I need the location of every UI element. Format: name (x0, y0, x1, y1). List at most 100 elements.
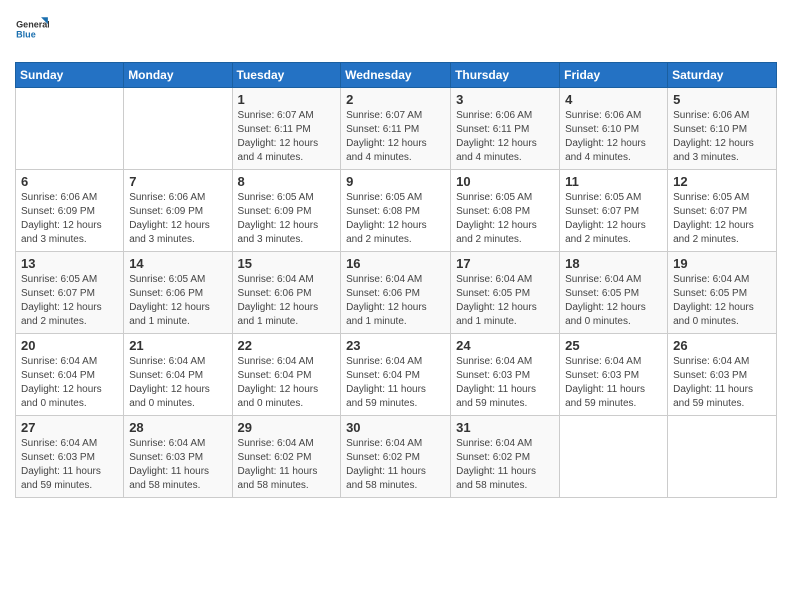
calendar-cell: 23 Sunrise: 6:04 AM Sunset: 6:04 PM Dayli… (341, 334, 451, 416)
calendar-cell: 9 Sunrise: 6:05 AM Sunset: 6:08 PM Daylig… (341, 170, 451, 252)
calendar-cell: 4 Sunrise: 6:06 AM Sunset: 6:10 PM Daylig… (560, 88, 668, 170)
weekday-header: Thursday (451, 63, 560, 88)
svg-text:General: General (16, 19, 49, 29)
calendar-cell: 11Sunrise: 6:05 AM Sunset: 6:07 PM Dayli… (560, 170, 668, 252)
day-number: 19 (673, 256, 771, 271)
calendar-cell: 27 Sunrise: 6:04 AM Sunset: 6:03 PM Dayli… (16, 416, 124, 498)
calendar-week-row: 6 Sunrise: 6:06 AM Sunset: 6:09 PM Daylig… (16, 170, 777, 252)
calendar-cell: 31 Sunrise: 6:04 AM Sunset: 6:02 PM Dayli… (451, 416, 560, 498)
day-info: Sunrise: 6:05 AM Sunset: 6:06 PM Dayligh… (129, 273, 226, 329)
logo-svg: General Blue (15, 15, 49, 49)
day-number: 1 (238, 92, 336, 107)
calendar-cell (560, 416, 668, 498)
day-number: 25 (565, 338, 662, 353)
weekday-header: Wednesday (341, 63, 451, 88)
day-info: Sunrise: 6:04 AM Sunset: 6:06 PM Dayligh… (346, 273, 445, 329)
day-info: Sunrise: 6:06 AM Sunset: 6:09 PM Dayligh… (21, 191, 118, 247)
calendar-cell: 19 Sunrise: 6:04 AM Sunset: 6:05 PM Dayli… (668, 252, 777, 334)
day-number: 7 (129, 174, 226, 189)
weekday-header: Tuesday (232, 63, 341, 88)
calendar-week-row: 13 Sunrise: 6:05 AM Sunset: 6:07 PM Dayli… (16, 252, 777, 334)
logo: General Blue (15, 15, 53, 54)
calendar-cell: 30 Sunrise: 6:04 AM Sunset: 6:02 PM Dayli… (341, 416, 451, 498)
day-number: 17 (456, 256, 554, 271)
day-info: Sunrise: 6:06 AM Sunset: 6:11 PM Dayligh… (456, 109, 554, 165)
calendar-cell: 1Sunrise: 6:07 AM Sunset: 6:11 PM Daylig… (232, 88, 341, 170)
day-number: 30 (346, 420, 445, 435)
day-number: 26 (673, 338, 771, 353)
day-info: Sunrise: 6:04 AM Sunset: 6:02 PM Dayligh… (238, 437, 336, 493)
day-info: Sunrise: 6:05 AM Sunset: 6:09 PM Dayligh… (238, 191, 336, 247)
calendar-cell: 26 Sunrise: 6:04 AM Sunset: 6:03 PM Dayli… (668, 334, 777, 416)
day-number: 21 (129, 338, 226, 353)
calendar-cell (668, 416, 777, 498)
day-info: Sunrise: 6:04 AM Sunset: 6:03 PM Dayligh… (673, 355, 771, 411)
calendar-cell: 28 Sunrise: 6:04 AM Sunset: 6:03 PM Dayli… (124, 416, 232, 498)
calendar-cell: 22 Sunrise: 6:04 AM Sunset: 6:04 PM Dayli… (232, 334, 341, 416)
day-info: Sunrise: 6:04 AM Sunset: 6:03 PM Dayligh… (456, 355, 554, 411)
calendar-cell: 15Sunrise: 6:04 AM Sunset: 6:06 PM Dayli… (232, 252, 341, 334)
day-info: Sunrise: 6:04 AM Sunset: 6:05 PM Dayligh… (456, 273, 554, 329)
day-number: 3 (456, 92, 554, 107)
day-info: Sunrise: 6:04 AM Sunset: 6:04 PM Dayligh… (21, 355, 118, 411)
weekday-header: Monday (124, 63, 232, 88)
day-number: 18 (565, 256, 662, 271)
day-info: Sunrise: 6:04 AM Sunset: 6:02 PM Dayligh… (456, 437, 554, 493)
day-info: Sunrise: 6:04 AM Sunset: 6:05 PM Dayligh… (565, 273, 662, 329)
day-info: Sunrise: 6:04 AM Sunset: 6:03 PM Dayligh… (21, 437, 118, 493)
calendar-cell: 25 Sunrise: 6:04 AM Sunset: 6:03 PM Dayli… (560, 334, 668, 416)
day-info: Sunrise: 6:05 AM Sunset: 6:08 PM Dayligh… (456, 191, 554, 247)
day-number: 27 (21, 420, 118, 435)
day-number: 14 (129, 256, 226, 271)
calendar-cell: 10Sunrise: 6:05 AM Sunset: 6:08 PM Dayli… (451, 170, 560, 252)
calendar-header: SundayMondayTuesdayWednesdayThursdayFrid… (16, 63, 777, 88)
day-number: 12 (673, 174, 771, 189)
day-info: Sunrise: 6:04 AM Sunset: 6:03 PM Dayligh… (565, 355, 662, 411)
day-number: 23 (346, 338, 445, 353)
calendar-cell: 17 Sunrise: 6:04 AM Sunset: 6:05 PM Dayli… (451, 252, 560, 334)
calendar-cell: 29Sunrise: 6:04 AM Sunset: 6:02 PM Dayli… (232, 416, 341, 498)
day-info: Sunrise: 6:04 AM Sunset: 6:02 PM Dayligh… (346, 437, 445, 493)
day-info: Sunrise: 6:05 AM Sunset: 6:07 PM Dayligh… (673, 191, 771, 247)
calendar-cell (124, 88, 232, 170)
day-number: 6 (21, 174, 118, 189)
day-info: Sunrise: 6:06 AM Sunset: 6:10 PM Dayligh… (673, 109, 771, 165)
page-header: General Blue (15, 10, 777, 54)
day-info: Sunrise: 6:04 AM Sunset: 6:04 PM Dayligh… (238, 355, 336, 411)
svg-text:Blue: Blue (16, 30, 36, 40)
day-number: 31 (456, 420, 554, 435)
day-number: 4 (565, 92, 662, 107)
day-info: Sunrise: 6:06 AM Sunset: 6:10 PM Dayligh… (565, 109, 662, 165)
day-info: Sunrise: 6:04 AM Sunset: 6:04 PM Dayligh… (129, 355, 226, 411)
calendar-cell: 21 Sunrise: 6:04 AM Sunset: 6:04 PM Dayli… (124, 334, 232, 416)
weekday-header: Saturday (668, 63, 777, 88)
calendar-cell: 18 Sunrise: 6:04 AM Sunset: 6:05 PM Dayli… (560, 252, 668, 334)
day-number: 5 (673, 92, 771, 107)
day-number: 22 (238, 338, 336, 353)
day-number: 24 (456, 338, 554, 353)
day-number: 16 (346, 256, 445, 271)
day-info: Sunrise: 6:05 AM Sunset: 6:07 PM Dayligh… (21, 273, 118, 329)
calendar-body: 1Sunrise: 6:07 AM Sunset: 6:11 PM Daylig… (16, 88, 777, 498)
day-info: Sunrise: 6:04 AM Sunset: 6:04 PM Dayligh… (346, 355, 445, 411)
calendar-cell: 24 Sunrise: 6:04 AM Sunset: 6:03 PM Dayli… (451, 334, 560, 416)
day-info: Sunrise: 6:06 AM Sunset: 6:09 PM Dayligh… (129, 191, 226, 247)
day-number: 8 (238, 174, 336, 189)
calendar-cell: 12 Sunrise: 6:05 AM Sunset: 6:07 PM Dayli… (668, 170, 777, 252)
calendar-cell: 14 Sunrise: 6:05 AM Sunset: 6:06 PM Dayli… (124, 252, 232, 334)
calendar-week-row: 27 Sunrise: 6:04 AM Sunset: 6:03 PM Dayli… (16, 416, 777, 498)
day-info: Sunrise: 6:04 AM Sunset: 6:05 PM Dayligh… (673, 273, 771, 329)
weekday-header: Sunday (16, 63, 124, 88)
calendar-cell: 8 Sunrise: 6:05 AM Sunset: 6:09 PM Daylig… (232, 170, 341, 252)
calendar-cell: 13 Sunrise: 6:05 AM Sunset: 6:07 PM Dayli… (16, 252, 124, 334)
day-number: 28 (129, 420, 226, 435)
day-number: 2 (346, 92, 445, 107)
calendar-cell: 5 Sunrise: 6:06 AM Sunset: 6:10 PM Daylig… (668, 88, 777, 170)
day-number: 13 (21, 256, 118, 271)
calendar-cell: 7 Sunrise: 6:06 AM Sunset: 6:09 PM Daylig… (124, 170, 232, 252)
calendar-cell: 20Sunrise: 6:04 AM Sunset: 6:04 PM Dayli… (16, 334, 124, 416)
day-info: Sunrise: 6:04 AM Sunset: 6:03 PM Dayligh… (129, 437, 226, 493)
calendar-header-row: SundayMondayTuesdayWednesdayThursdayFrid… (16, 63, 777, 88)
day-number: 9 (346, 174, 445, 189)
day-info: Sunrise: 6:05 AM Sunset: 6:08 PM Dayligh… (346, 191, 445, 247)
